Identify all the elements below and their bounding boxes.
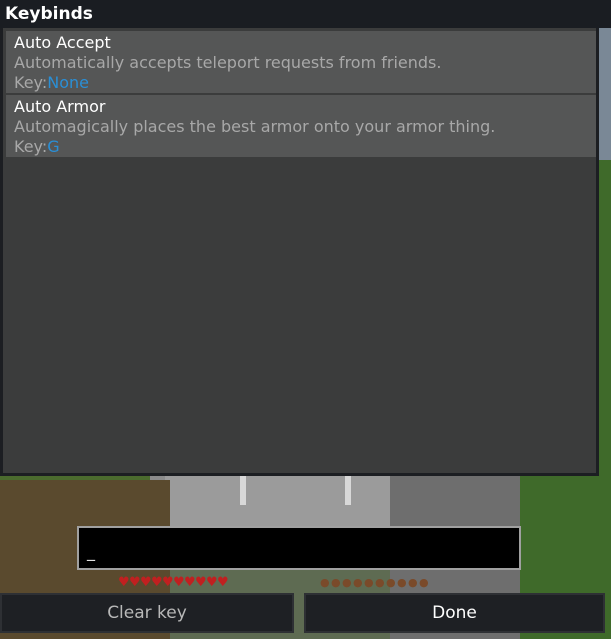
heart-icon: ♥	[195, 575, 207, 590]
drumstick-icon: ●	[386, 576, 396, 589]
health-bar: ♥♥♥♥♥♥♥♥♥♥	[118, 571, 229, 590]
drumstick-icon: ●	[320, 576, 330, 589]
keybind-list: Auto Accept Automatically accepts telepo…	[6, 31, 596, 159]
hunger-bar: ●●●●●●●●●●	[320, 571, 430, 589]
heart-icon: ♥	[118, 575, 130, 590]
window-title: Keybinds	[0, 0, 611, 28]
keybind-name: Auto Armor	[14, 97, 106, 116]
keybind-item-auto-accept[interactable]: Auto Accept Automatically accepts telepo…	[6, 31, 596, 93]
drumstick-icon: ●	[419, 576, 429, 589]
heart-icon: ♥	[129, 575, 141, 590]
drumstick-icon: ●	[331, 576, 341, 589]
heart-icon: ♥	[184, 575, 196, 590]
heart-icon: ♥	[140, 575, 152, 590]
drumstick-icon: ●	[397, 576, 407, 589]
keybind-key-line: Key:G	[14, 137, 588, 157]
heart-icon: ♥	[217, 575, 229, 590]
drumstick-icon: ●	[353, 576, 363, 589]
drumstick-icon: ●	[342, 576, 352, 589]
keybind-description: Automagically places the best armor onto…	[14, 117, 496, 136]
drumstick-icon: ●	[364, 576, 374, 589]
keybind-description: Automatically accepts teleport requests …	[14, 53, 442, 72]
heart-icon: ♥	[151, 575, 163, 590]
key-value: None	[47, 73, 89, 92]
keybind-name: Auto Accept	[14, 33, 111, 52]
done-button[interactable]: Done	[304, 593, 605, 633]
keybind-panel: Auto Accept Automatically accepts telepo…	[0, 28, 599, 476]
heart-icon: ♥	[173, 575, 185, 590]
clear-key-button[interactable]: Clear key	[0, 593, 294, 633]
heart-icon: ♥	[206, 575, 218, 590]
drumstick-icon: ●	[408, 576, 418, 589]
keybind-item-auto-armor[interactable]: Auto Armor Automagically places the best…	[6, 95, 596, 157]
key-input-field[interactable]: _	[77, 526, 521, 570]
key-label: Key:	[14, 137, 48, 156]
road-stripe	[240, 475, 246, 505]
key-input-value: _	[87, 542, 95, 561]
drumstick-icon: ●	[375, 576, 385, 589]
heart-icon: ♥	[162, 575, 174, 590]
key-label: Key:	[14, 73, 48, 92]
keybind-key-line: Key:None	[14, 73, 588, 93]
road-stripe	[345, 475, 351, 505]
key-value: G	[47, 137, 60, 156]
